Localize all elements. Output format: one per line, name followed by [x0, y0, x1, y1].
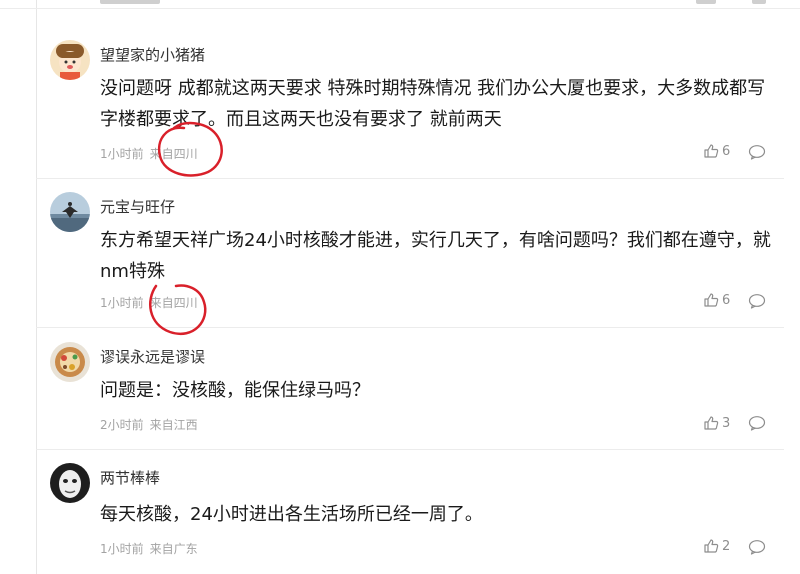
avatar[interactable] [50, 463, 90, 503]
reply-button[interactable] [748, 293, 766, 313]
comment-item: 望望家的小猪猪 没问题呀 成都就这两天要求 特殊时期特殊情况 我们办公大厦也要求… [36, 28, 784, 179]
reply-button[interactable] [748, 415, 766, 435]
like-button[interactable]: 3 [703, 415, 730, 431]
like-button[interactable]: 6 [703, 143, 730, 159]
comment-time: 2小时前 [100, 418, 144, 432]
comment-text: 东方希望天祥广场24小时核酸才能进，实行几天了，有啥问题吗？我们都在遵守，就nm… [100, 230, 771, 282]
comment-meta: 1小时前 来自广东 [100, 540, 198, 557]
like-button[interactable]: 6 [703, 292, 730, 308]
like-count: 6 [722, 143, 731, 159]
comment-time: 1小时前 [100, 147, 144, 161]
avatar[interactable] [50, 40, 90, 80]
comment-location: 来自江西 [149, 418, 198, 432]
comment-bubble-icon [748, 416, 766, 431]
username[interactable]: 谬误永远是谬误 [100, 346, 205, 367]
comment-text: 没问题呀 成都就这两天要求 特殊时期特殊情况 我们办公大厦也要求，大多数成都写字… [100, 78, 766, 130]
comment-meta: 1小时前 来自四川 [100, 294, 198, 311]
like-button[interactable]: 2 [703, 538, 730, 554]
thumbs-up-icon [704, 293, 719, 307]
like-count: 3 [722, 415, 731, 431]
comment-meta: 1小时前 来自四川 [100, 145, 198, 162]
like-count: 2 [722, 538, 731, 554]
thumbs-up-icon [704, 144, 719, 158]
comment-text: 问题是：没核酸，能保住绿马吗？ [100, 380, 370, 401]
previous-comment-footer [0, 0, 800, 9]
comment-location: 来自广东 [149, 542, 198, 556]
comment-meta: 2小时前 来自江西 [100, 416, 198, 433]
thumbs-up-icon [704, 416, 719, 430]
comment-bubble-icon [748, 294, 766, 309]
like-count: 6 [722, 292, 731, 308]
username[interactable]: 元宝与旺仔 [100, 196, 175, 217]
avatar[interactable] [50, 192, 90, 232]
previous-like-remnant [696, 0, 716, 4]
reply-button[interactable] [748, 539, 766, 559]
comment-bubble-icon [748, 145, 766, 160]
previous-reply-remnant [752, 0, 766, 4]
thumbs-up-icon [704, 539, 719, 553]
comment-time: 1小时前 [100, 296, 144, 310]
comment-bubble-icon [748, 540, 766, 555]
comment-item: 谬误永远是谬误 问题是：没核酸，能保住绿马吗？ 2小时前 来自江西 3 [36, 327, 784, 450]
comment-location: 来自四川 [149, 147, 198, 161]
comment-text: 每天核酸，24小时进出各生活场所已经一周了。 [100, 504, 483, 525]
username[interactable]: 望望家的小猪猪 [100, 44, 205, 65]
avatar[interactable] [50, 342, 90, 382]
comment-time: 1小时前 [100, 542, 144, 556]
username[interactable]: 两节棒棒 [100, 467, 160, 488]
comment-location: 来自四川 [149, 296, 198, 310]
reply-button[interactable] [748, 144, 766, 164]
comment-item: 两节棒棒 每天核酸，24小时进出各生活场所已经一周了。 1小时前 来自广东 2 [36, 449, 784, 574]
previous-meta-remnant [100, 0, 160, 4]
comment-item: 元宝与旺仔 东方希望天祥广场24小时核酸才能进，实行几天了，有啥问题吗？我们都在… [36, 178, 784, 328]
